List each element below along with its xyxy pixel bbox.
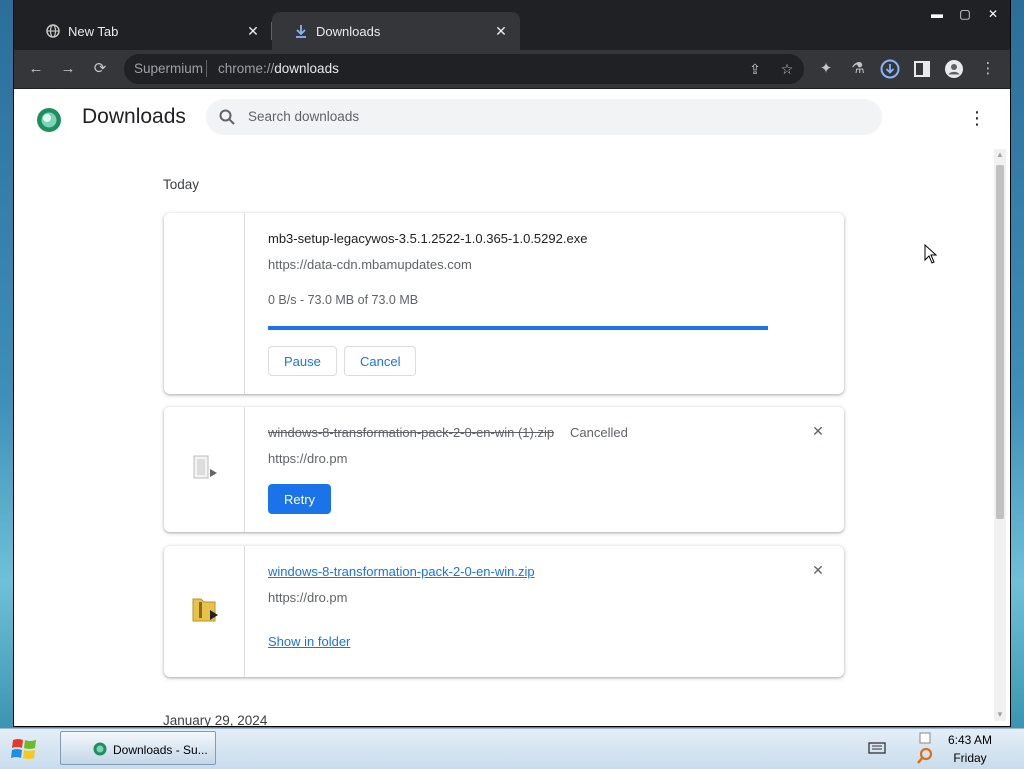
tray-search-icon[interactable] bbox=[916, 747, 934, 765]
clock-day: Friday bbox=[953, 751, 987, 765]
file-icon-column bbox=[164, 546, 245, 677]
scrollbar-thumb[interactable] bbox=[996, 165, 1004, 519]
zip-folder-icon bbox=[192, 598, 218, 622]
download-item: windows-8-transformation-pack-2-0-en-win… bbox=[164, 407, 844, 532]
minimize-button[interactable]: ▬ bbox=[924, 4, 950, 24]
show-in-folder-link[interactable]: Show in folder bbox=[268, 634, 350, 649]
url-path: downloads bbox=[274, 61, 339, 76]
download-status-icon[interactable] bbox=[880, 59, 900, 79]
tab-label: Downloads bbox=[316, 24, 381, 39]
file-name-link[interactable]: windows-8-transformation-pack-2-0-en-win… bbox=[268, 564, 535, 579]
back-icon[interactable]: ← bbox=[26, 59, 46, 79]
tab-strip: New Tab ✕ Downloads ✕ ▬ ▢ ✕ bbox=[14, 0, 1010, 50]
progress-text: 0 B/s - 73.0 MB of 73.0 MB bbox=[268, 293, 419, 307]
taskbar: Downloads - Su... 6:43 AM Friday bbox=[0, 728, 1024, 769]
remove-item-icon[interactable]: ✕ bbox=[810, 562, 826, 578]
retry-button[interactable]: Retry bbox=[268, 484, 332, 514]
url-brand: Supermium bbox=[134, 61, 204, 76]
close-window-button[interactable]: ✕ bbox=[980, 4, 1006, 24]
browser-window: New Tab ✕ Downloads ✕ ▬ ▢ ✕ ← → ⟳ Superm… bbox=[14, 0, 1010, 726]
url-text: chrome://downloads bbox=[218, 61, 339, 76]
maximize-button[interactable]: ▢ bbox=[952, 4, 978, 24]
tab-new-tab[interactable]: New Tab ✕ bbox=[24, 12, 272, 50]
file-url[interactable]: https://dro.pm bbox=[268, 451, 347, 466]
scrollbar[interactable]: ▲ ▼ bbox=[994, 149, 1006, 721]
page-title: Downloads bbox=[82, 105, 186, 128]
taskbar-item-downloads[interactable]: Downloads - Su... bbox=[60, 731, 216, 765]
star-icon[interactable]: ☆ bbox=[778, 60, 796, 78]
tab-downloads[interactable]: Downloads ✕ bbox=[272, 12, 520, 50]
file-name[interactable]: mb3-setup-legacywos-3.5.1.2522-1.0.365-1… bbox=[268, 231, 587, 246]
address-bar[interactable]: Supermium chrome://downloads ⇪ ☆ bbox=[124, 54, 804, 84]
generic-file-icon bbox=[193, 455, 217, 479]
labs-icon[interactable]: ⚗ bbox=[848, 59, 868, 79]
progress-bar bbox=[268, 326, 768, 330]
cancel-button[interactable]: Cancel bbox=[344, 346, 417, 376]
more-actions-icon[interactable]: ⋮ bbox=[968, 109, 986, 129]
globe-icon bbox=[46, 24, 60, 38]
file-url[interactable]: https://data-cdn.mbamupdates.com bbox=[268, 257, 472, 272]
search-placeholder: Search downloads bbox=[248, 109, 360, 124]
extensions-icon[interactable]: ✦ bbox=[816, 59, 836, 79]
date-heading: Today bbox=[163, 177, 200, 192]
search-icon bbox=[219, 109, 235, 125]
close-icon[interactable]: ✕ bbox=[244, 22, 262, 40]
download-item: mb3-setup-legacywos-3.5.1.2522-1.0.365-1… bbox=[164, 213, 844, 394]
supermium-app-icon bbox=[93, 742, 107, 756]
date-heading: January 29, 2024 bbox=[163, 713, 268, 726]
keyboard-icon[interactable] bbox=[868, 741, 886, 755]
pause-button[interactable]: Pause bbox=[268, 346, 337, 376]
mouse-cursor-icon bbox=[924, 244, 938, 264]
file-icon-column bbox=[164, 213, 245, 394]
side-panel-icon[interactable] bbox=[912, 59, 932, 79]
progress-fill bbox=[268, 326, 768, 330]
supermium-logo-icon bbox=[37, 108, 61, 132]
file-url[interactable]: https://dro.pm bbox=[268, 590, 347, 605]
download-icon bbox=[296, 25, 306, 38]
taskbar-item-label: Downloads - Su... bbox=[113, 743, 208, 757]
tab-label: New Tab bbox=[68, 24, 119, 39]
close-icon[interactable]: ✕ bbox=[492, 22, 510, 40]
scroll-up-icon[interactable]: ▲ bbox=[994, 149, 1006, 161]
remove-item-icon[interactable]: ✕ bbox=[810, 423, 826, 439]
scroll-down-icon[interactable]: ▼ bbox=[994, 709, 1006, 721]
url-scheme: chrome:// bbox=[218, 61, 275, 76]
download-item: windows-8-transformation-pack-2-0-en-win… bbox=[164, 546, 844, 677]
menu-icon[interactable]: ⋮ bbox=[978, 59, 998, 79]
forward-icon[interactable]: → bbox=[58, 59, 78, 79]
file-icon-column bbox=[164, 407, 245, 532]
downloads-page: Downloads Search downloads ⋮ Today mb3-s… bbox=[14, 89, 1010, 726]
windows-start-icon[interactable] bbox=[10, 735, 40, 763]
search-input[interactable]: Search downloads bbox=[206, 99, 882, 135]
system-clock[interactable]: 6:43 AM Friday bbox=[944, 731, 996, 767]
url-separator bbox=[206, 60, 207, 77]
profile-icon[interactable] bbox=[944, 59, 964, 79]
clock-time: 6:43 AM bbox=[947, 733, 993, 747]
status-text: Cancelled bbox=[570, 425, 628, 440]
toolbar: ← → ⟳ Supermium chrome://downloads ⇪ ☆ ✦… bbox=[14, 50, 1010, 88]
reload-icon[interactable]: ⟳ bbox=[90, 59, 110, 79]
share-icon[interactable]: ⇪ bbox=[746, 60, 764, 78]
file-name: windows-8-transformation-pack-2-0-en-win… bbox=[268, 425, 555, 440]
action-center-flag-icon[interactable] bbox=[918, 731, 932, 745]
